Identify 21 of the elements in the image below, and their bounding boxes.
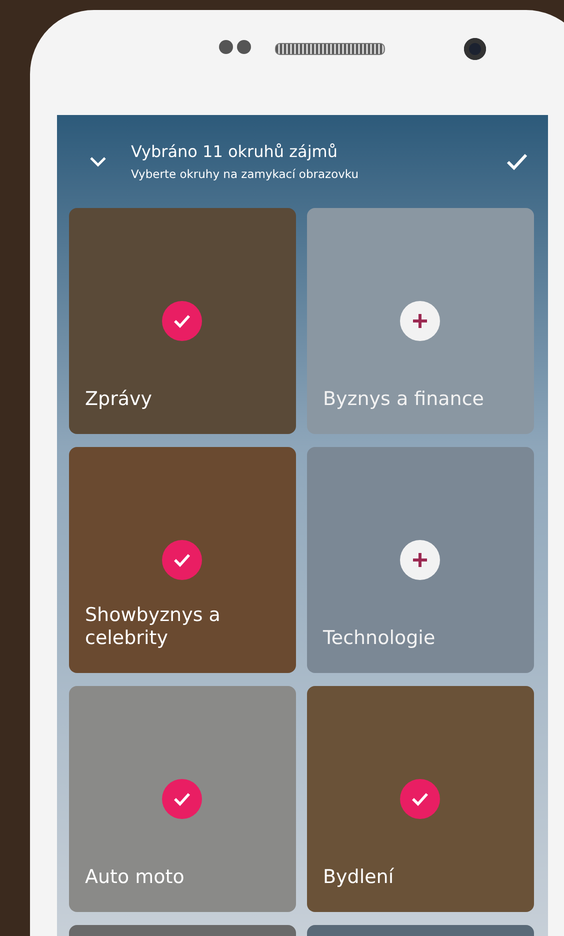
header-title: Vybráno 11 okruhů zájmů (131, 142, 338, 161)
header-subtitle: Vyberte okruhy na zamykací obrazovku (131, 167, 360, 181)
sensor-icon (219, 40, 251, 54)
camera-icon (464, 38, 486, 60)
tile-label: Zprávy (85, 388, 152, 412)
plus-icon (411, 551, 429, 569)
chevron-down-icon (89, 156, 107, 168)
check-icon (172, 313, 192, 329)
tile-label: Auto moto (85, 866, 184, 890)
topic-tile[interactable]: Showbyznys a celebrity (69, 447, 296, 673)
topic-tile[interactable]: Bydlení (307, 686, 534, 912)
check-icon (172, 791, 192, 807)
tile-label: Showbyznys a celebrity (85, 604, 222, 651)
check-icon (506, 152, 528, 170)
check-icon (410, 791, 430, 807)
topic-tile[interactable]: Zprávy (69, 208, 296, 434)
tile-label: Byznys a finance (323, 388, 484, 412)
tile-label: Bydlení (323, 866, 394, 890)
tile-label: Technologie (323, 627, 436, 651)
check-icon (172, 552, 192, 568)
plus-icon (411, 312, 429, 330)
